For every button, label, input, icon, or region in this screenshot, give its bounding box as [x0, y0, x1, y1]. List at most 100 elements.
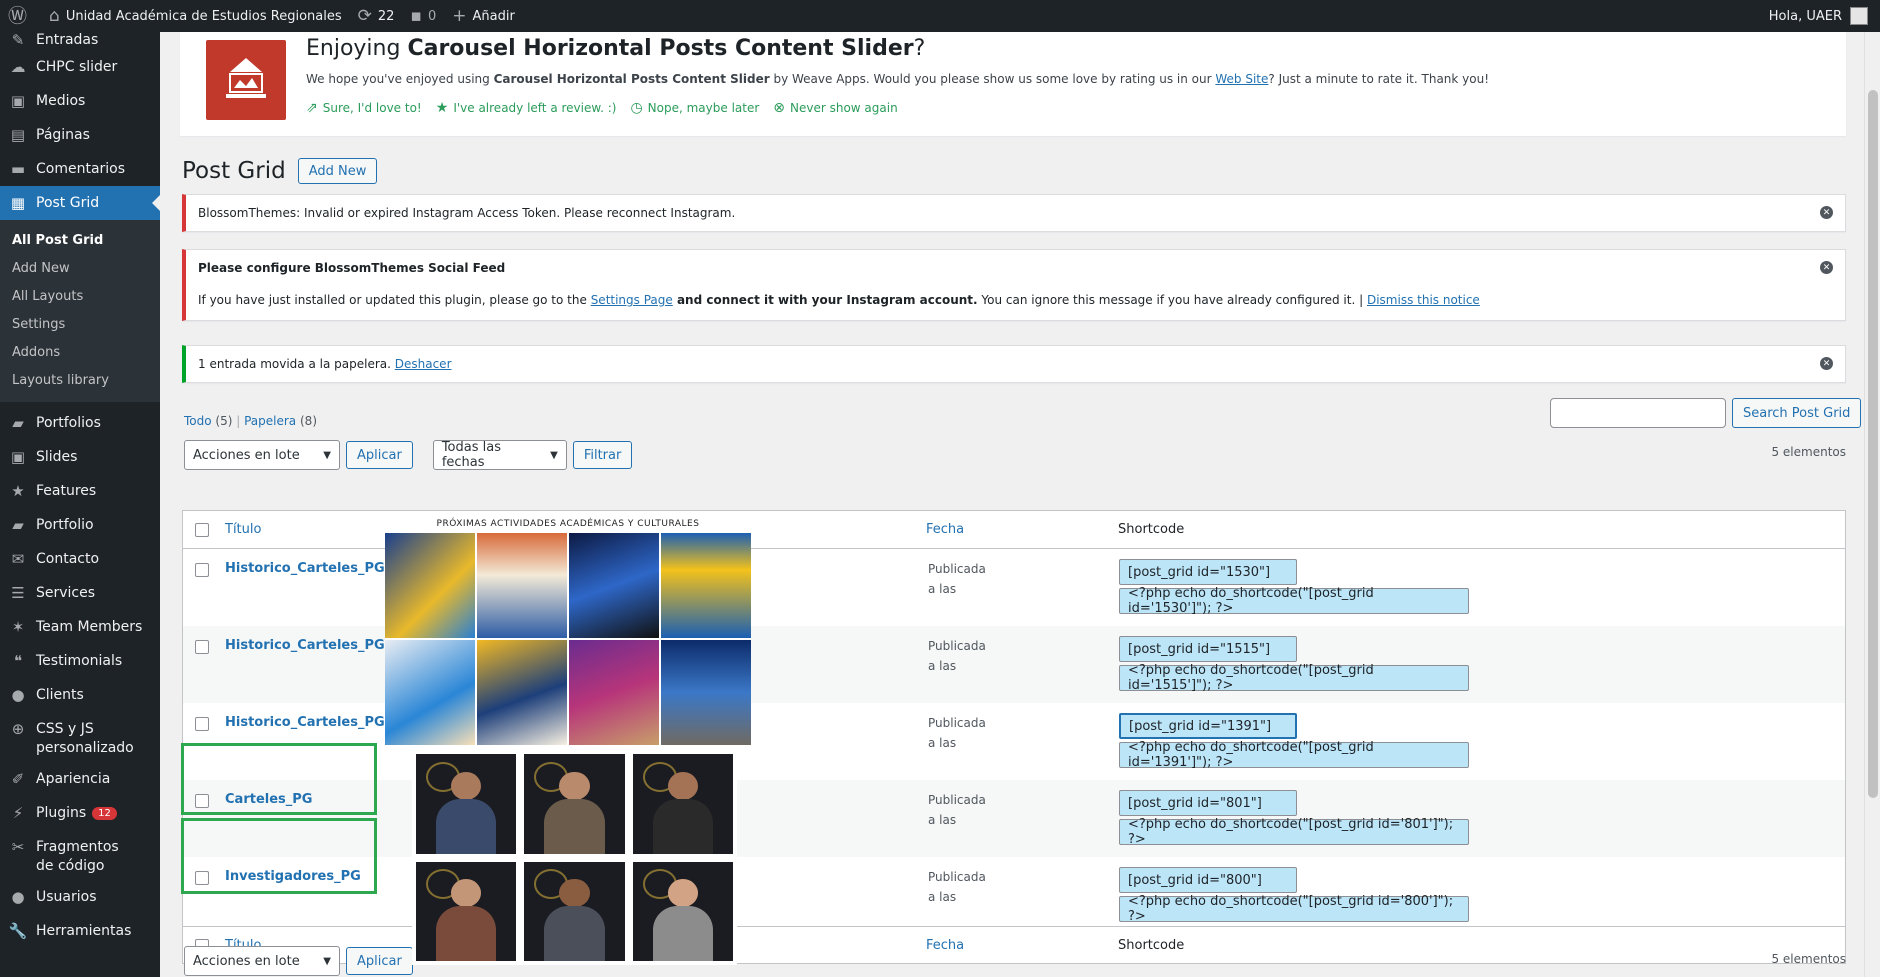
close-icon[interactable]: ✕ [1820, 357, 1833, 370]
menu-testimonials[interactable]: ❝ Testimonials [0, 644, 160, 678]
row-checkbox[interactable] [195, 640, 209, 654]
row-date: Publicada a las [928, 716, 986, 750]
submenu-settings[interactable]: Settings [0, 311, 160, 339]
admin-sidebar: ✎ Entradas ☁ CHPC slider ▣ Medios ▤ Páginas … [0, 32, 160, 977]
tablenav-bottom: Acciones en lote ▼ Aplicar [184, 946, 413, 976]
php-shortcode-input[interactable]: <?php echo do_shortcode("[post_grid id='… [1119, 586, 1469, 616]
menu-clients[interactable]: ● Clients [0, 678, 160, 712]
menu-contacto[interactable]: ✉ Contacto [0, 542, 160, 576]
menu-herramientas[interactable]: 🔧 Herramientas [0, 914, 160, 948]
php-shortcode-input[interactable]: <?php echo do_shortcode("[post_grid id='… [1119, 894, 1469, 924]
row-date: Publicada a las [928, 562, 986, 596]
poster-preview-image: PRÓXIMAS ACTIVIDADES ACADÉMICAS Y CULTUR… [385, 519, 751, 745]
close-icon[interactable]: ✕ [1820, 261, 1833, 274]
menu-apariencia[interactable]: ✐ Apariencia [0, 762, 160, 796]
menu-plugins[interactable]: ⚡ Plugins 12 [0, 796, 160, 830]
settings-page-link[interactable]: Settings Page [591, 293, 673, 307]
menu-post-grid[interactable]: ▦ Post Grid [0, 186, 160, 220]
shortcode-input[interactable]: [post_grid id="1391"] [1119, 713, 1297, 739]
poster-thumb [569, 533, 659, 638]
home-icon: ⌂ [49, 5, 60, 26]
menu-team-members[interactable]: ✶ Team Members [0, 610, 160, 644]
menu-slides[interactable]: ▣ Slides [0, 440, 160, 474]
poster-thumb [385, 640, 475, 745]
search-button[interactable]: Search Post Grid [1732, 398, 1862, 428]
apply-button[interactable]: Aplicar [346, 947, 413, 975]
post-grid-submenu: All Post Grid Add New All Layouts Settin… [0, 220, 160, 402]
menu-services[interactable]: ☰ Services [0, 576, 160, 610]
undo-link[interactable]: Deshacer [395, 357, 452, 371]
site-name-link[interactable]: ⌂ Unidad Académica de Estudios Regionales [41, 0, 350, 32]
rate-never-link[interactable]: ⊗ Never show again [773, 100, 897, 116]
page-scrollbar[interactable] [1864, 32, 1880, 977]
menu-paginas[interactable]: ▤ Páginas [0, 118, 160, 152]
row-checkbox[interactable] [195, 717, 209, 731]
php-shortcode-input[interactable]: <?php echo do_shortcode("[post_grid id='… [1119, 740, 1469, 770]
chevron-down-icon: ▼ [323, 449, 331, 461]
menu-css-js[interactable]: ⊕ CSS y JS personalizado [0, 712, 160, 762]
shortcode-header: Shortcode [1118, 938, 1185, 953]
my-account[interactable]: Hola, UAER [1769, 7, 1880, 25]
bulk-actions-select[interactable]: Acciones en lote ▼ [184, 440, 340, 470]
row-title-link[interactable]: Historico_Carteles_PG – 2 [225, 561, 409, 576]
row-title-link[interactable]: Historico_Carteles_PG – 2 [225, 638, 409, 653]
web-site-link[interactable]: Web Site [1215, 72, 1268, 86]
updates-link[interactable]: ⟳ 22 [350, 0, 403, 32]
new-content-link[interactable]: + Añadir [444, 0, 523, 32]
shortcode-input[interactable]: [post_grid id="800"] [1119, 867, 1297, 893]
menu-features[interactable]: ★ Features [0, 474, 160, 508]
rate-later-link[interactable]: ◷ Nope, maybe later [630, 100, 759, 116]
add-new-button[interactable]: Add New [297, 158, 378, 184]
scrollbar-thumb[interactable] [1868, 90, 1878, 798]
rate-already-link[interactable]: ★ I've already left a review. :) [436, 100, 617, 116]
row-title-link[interactable]: Historico_Carteles_PG [225, 715, 385, 730]
plugin-logo [206, 40, 286, 120]
star-icon: ★ [11, 481, 25, 500]
plugins-update-badge: 12 [92, 806, 117, 820]
shortcode-input[interactable]: [post_grid id="801"] [1119, 790, 1297, 816]
rate-sure-link[interactable]: ⇗ Sure, I'd love to! [306, 100, 422, 116]
dismiss-notice-link[interactable]: Dismiss this notice [1367, 293, 1480, 307]
shortcode-input[interactable]: [post_grid id="1515"] [1119, 636, 1297, 662]
menu-usuarios[interactable]: ● Usuarios [0, 880, 160, 914]
shortcode-input[interactable]: [post_grid id="1530"] [1119, 559, 1297, 585]
sort-date-link[interactable]: Fecha [926, 522, 964, 537]
menu-chpc-slider[interactable]: ☁ CHPC slider [0, 50, 160, 84]
php-shortcode-input[interactable]: <?php echo do_shortcode("[post_grid id='… [1119, 663, 1469, 693]
php-shortcode-input[interactable]: <?php echo do_shortcode("[post_grid id='… [1119, 817, 1469, 847]
search-input[interactable] [1550, 398, 1726, 428]
researcher-photo [524, 861, 625, 961]
submenu-add-new[interactable]: Add New [0, 255, 160, 283]
social-feed-notice: Please configure BlossomThemes Social Fe… [182, 249, 1846, 321]
row-checkbox[interactable] [195, 563, 209, 577]
close-icon[interactable]: ✕ [1820, 206, 1833, 219]
filter-button[interactable]: Filtrar [572, 441, 633, 469]
menu-medios[interactable]: ▣ Medios [0, 84, 160, 118]
grid-icon: ▦ [10, 193, 26, 212]
sort-date-link[interactable]: Fecha [926, 938, 964, 953]
menu-portfolios[interactable]: ▰ Portfolios [0, 406, 160, 440]
slider-icon: ☁ [10, 57, 26, 76]
poster-thumb [477, 533, 567, 638]
sort-title-link[interactable]: Título [225, 522, 261, 537]
menu-portfolio[interactable]: ▰ Portfolio [0, 508, 160, 542]
apply-button[interactable]: Aplicar [346, 441, 413, 469]
menu-entradas[interactable]: ✎ Entradas [0, 30, 160, 50]
date-filter-select[interactable]: Todas las fechas ▼ [432, 440, 567, 470]
menu-fragmentos[interactable]: ✂ Fragmentos de código [0, 830, 160, 880]
view-trash-link[interactable]: Papelera (8) [244, 414, 317, 428]
view-all-link[interactable]: Todo (5) [184, 414, 232, 428]
comments-link[interactable]: ▪ 0 [402, 0, 444, 32]
submenu-all-layouts[interactable]: All Layouts [0, 283, 160, 311]
bulk-actions-select[interactable]: Acciones en lote ▼ [184, 946, 340, 976]
submenu-layouts-library[interactable]: Layouts library [0, 367, 160, 395]
page-header: Post Grid Add New [182, 158, 378, 184]
pin-icon: ✎ [11, 30, 25, 49]
wordpress-logo-icon[interactable]: Ⓦ [0, 0, 41, 32]
select-all-checkbox[interactable] [195, 522, 209, 537]
plus-circle-icon: ⊕ [11, 720, 25, 738]
folder-icon: ▰ [12, 515, 24, 534]
menu-comentarios[interactable]: ▬ Comentarios [0, 152, 160, 186]
submenu-all-post-grid[interactable]: All Post Grid [0, 227, 160, 255]
submenu-addons[interactable]: Addons [0, 339, 160, 367]
